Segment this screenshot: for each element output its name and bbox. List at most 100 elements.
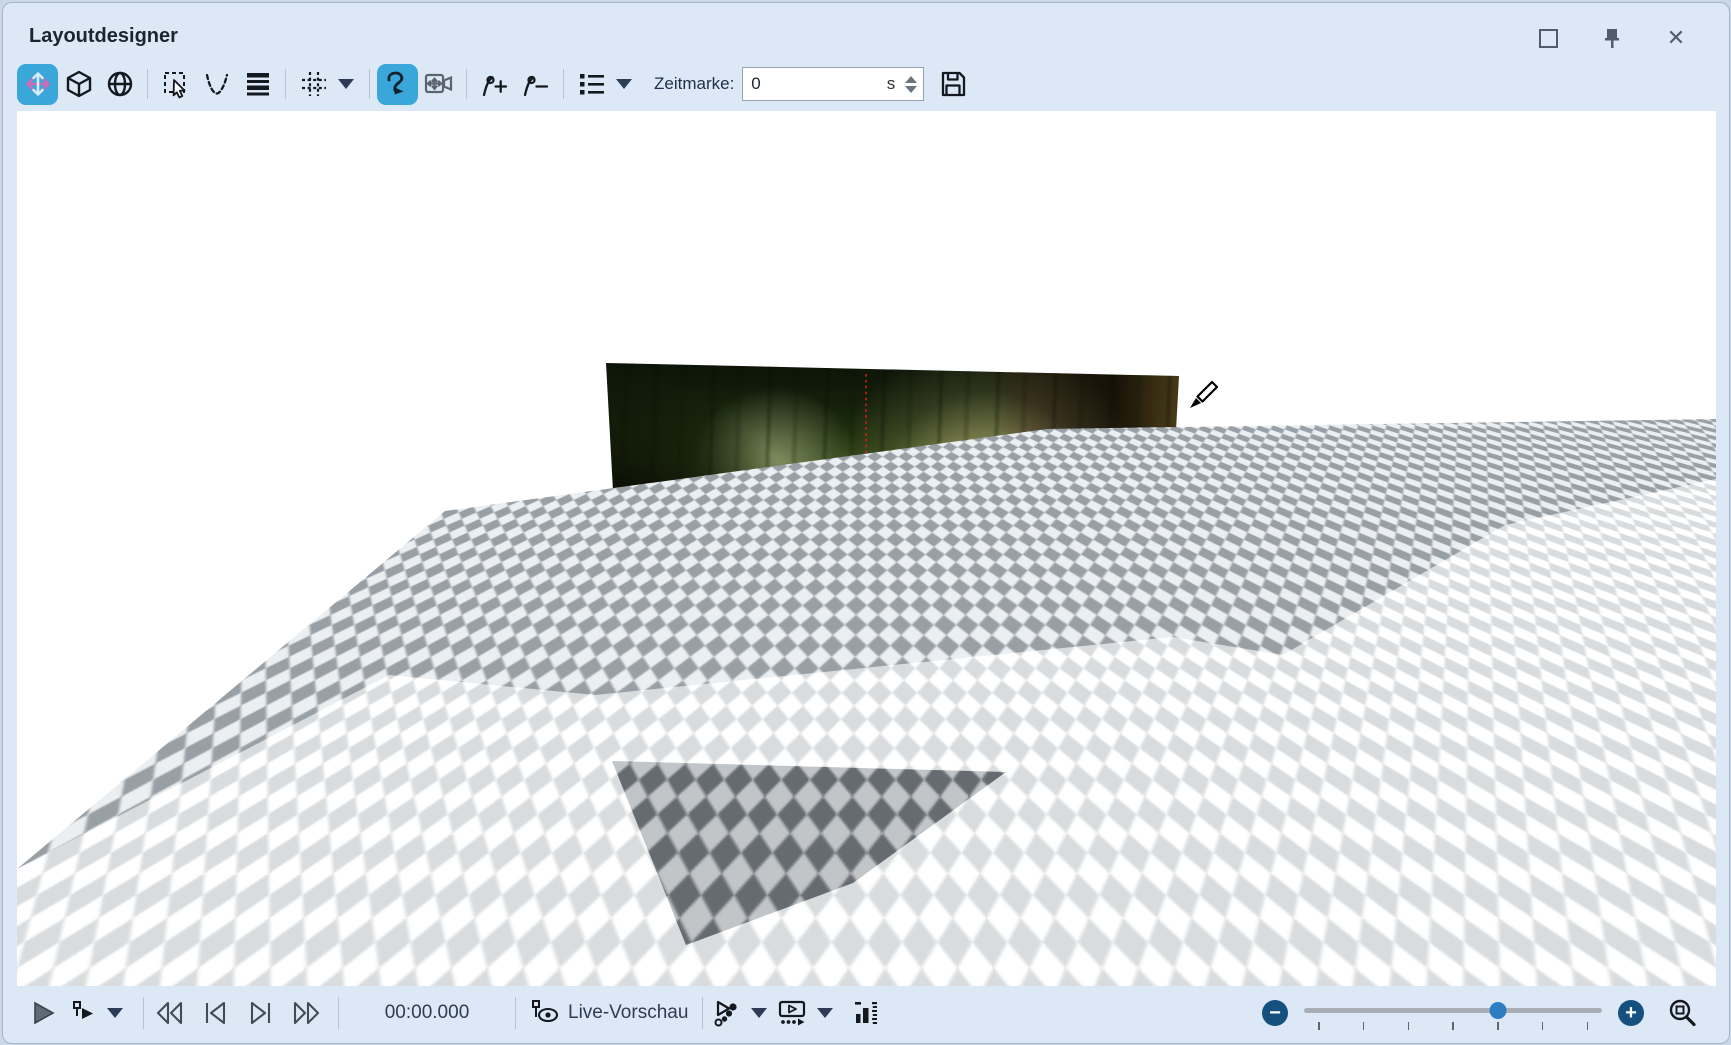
corner-handle-bottom-right[interactable] xyxy=(924,636,949,661)
zeitmarke-unit: s xyxy=(887,74,896,94)
corner-handle-bottom-left[interactable] xyxy=(689,723,714,748)
globe-icon xyxy=(105,69,135,99)
zoom-in-button[interactable]: + xyxy=(1618,1000,1644,1026)
camera-move-icon xyxy=(423,68,455,100)
move-tool-button[interactable] xyxy=(17,64,58,105)
playback-toolbar: 00:00.000 Live-Vorschau xyxy=(17,988,1716,1038)
toolbar-separator xyxy=(369,69,370,99)
axis-z-handle[interactable]: Z xyxy=(854,593,877,616)
motion-path-icon xyxy=(713,999,741,1027)
zeitmarke-value[interactable]: 0 xyxy=(751,74,887,94)
layer-order-tool-button[interactable] xyxy=(237,64,278,105)
move-icon xyxy=(22,68,54,100)
next-frame-icon xyxy=(246,1000,274,1026)
toolbar-separator xyxy=(563,69,564,99)
keyframe-list-icon xyxy=(577,69,607,99)
motion-path-dropdown[interactable] xyxy=(751,1008,767,1018)
axis-y-handle[interactable]: Y xyxy=(817,535,840,558)
statistics-button[interactable] xyxy=(853,999,879,1027)
play-from-timemark-icon xyxy=(71,999,97,1027)
bottom-separator xyxy=(702,997,703,1029)
grid-tool-button[interactable] xyxy=(293,64,334,105)
zoom-slider-track[interactable] xyxy=(1304,1008,1602,1013)
zeitmarke-spinner[interactable] xyxy=(903,74,919,95)
add-keyframe-icon xyxy=(480,69,510,99)
keyframe-list-button[interactable] xyxy=(571,64,612,105)
live-preview-label[interactable]: Live-Vorschau xyxy=(568,1002,688,1024)
edge-handle-top[interactable] xyxy=(815,490,840,515)
spinner-up-icon[interactable] xyxy=(905,76,917,83)
globe-tool-button[interactable] xyxy=(99,64,140,105)
zoom-fit-icon xyxy=(1666,997,1698,1029)
curve-select-tool-button[interactable] xyxy=(196,64,237,105)
motion-path-button[interactable] xyxy=(713,999,741,1027)
add-keyframe-button[interactable] xyxy=(474,64,515,105)
zoom-fit-button[interactable] xyxy=(1666,997,1698,1029)
bottom-separator xyxy=(515,997,516,1029)
next-frame-button[interactable] xyxy=(246,1000,274,1026)
preview-render-icon xyxy=(777,999,807,1027)
curve-select-icon xyxy=(202,69,232,99)
live-preview-icon xyxy=(530,999,560,1027)
rewind-button[interactable] xyxy=(154,1000,186,1026)
select-tool-button[interactable] xyxy=(155,64,196,105)
play-icon xyxy=(29,999,57,1027)
grid-icon xyxy=(299,69,329,99)
window-title: Layoutdesigner xyxy=(29,25,178,48)
close-button[interactable]: ✕ xyxy=(1663,25,1689,51)
grid-dropdown[interactable] xyxy=(338,79,354,89)
main-toolbar: Zeitmarke: 0 s xyxy=(17,61,973,107)
edge-handle-right[interactable] xyxy=(927,552,952,577)
maximize-icon xyxy=(1539,29,1558,48)
pin-icon xyxy=(1602,27,1622,49)
keyframe-list-dropdown[interactable] xyxy=(616,79,632,89)
save-icon xyxy=(938,69,968,99)
canvas-zoom-control: − + xyxy=(1262,996,1698,1030)
live-preview-button[interactable] xyxy=(530,999,560,1027)
statistics-icon xyxy=(853,999,879,1027)
spinner-down-icon[interactable] xyxy=(905,86,917,93)
cube-3d-icon xyxy=(64,69,94,99)
remove-keyframe-button[interactable] xyxy=(515,64,556,105)
brush-cursor-icon xyxy=(1185,377,1221,413)
bottom-separator xyxy=(338,997,339,1029)
zoom-slider[interactable] xyxy=(1304,996,1602,1030)
play-options-dropdown[interactable] xyxy=(107,1008,123,1018)
preview-render-button[interactable] xyxy=(777,999,807,1027)
center-handle[interactable]: + xyxy=(815,584,840,609)
zeitmarke-label: Zeitmarke: xyxy=(654,74,734,94)
corner-handle-top-right[interactable] xyxy=(927,466,952,491)
toolbar-separator xyxy=(466,69,467,99)
render-options-dropdown[interactable] xyxy=(817,1008,833,1018)
remove-keyframe-icon xyxy=(521,69,551,99)
layout-canvas[interactable]: + + Y X Z Text xyxy=(17,111,1716,986)
maximize-button[interactable] xyxy=(1535,25,1561,51)
layoutdesigner-window: Layoutdesigner ✕ xyxy=(2,2,1730,1044)
play-button[interactable] xyxy=(29,999,57,1027)
toolbar-separator xyxy=(285,69,286,99)
zoom-slider-thumb[interactable] xyxy=(1489,1002,1506,1019)
edge-handle-left[interactable] xyxy=(686,626,711,651)
cube-tool-button[interactable] xyxy=(58,64,99,105)
previous-frame-icon xyxy=(202,1000,230,1026)
fast-forward-button[interactable] xyxy=(290,1000,322,1026)
play-from-timemark-button[interactable] xyxy=(71,999,97,1027)
layer-order-icon xyxy=(243,69,273,99)
toolbar-separator xyxy=(147,69,148,99)
camera-move-tool-button[interactable] xyxy=(418,64,459,105)
edge-handle-bottom[interactable] xyxy=(817,677,842,702)
save-button[interactable] xyxy=(932,64,973,105)
pin-button[interactable] xyxy=(1599,25,1625,51)
previous-frame-button[interactable] xyxy=(202,1000,230,1026)
zoom-slider-ticks xyxy=(1318,1022,1588,1030)
zoom-out-button[interactable]: − xyxy=(1262,1000,1288,1026)
smooth-curve-tool-button[interactable] xyxy=(377,64,418,105)
zeitmarke-input[interactable]: 0 s xyxy=(742,67,924,101)
smooth-curve-icon xyxy=(382,68,414,100)
fast-forward-icon xyxy=(290,1000,322,1026)
timecode-display: 00:00.000 xyxy=(375,1002,479,1024)
bottom-separator xyxy=(143,997,144,1029)
rewind-icon xyxy=(154,1000,186,1026)
rotation-handle[interactable]: + xyxy=(867,522,892,547)
select-rectangle-icon xyxy=(161,69,191,99)
